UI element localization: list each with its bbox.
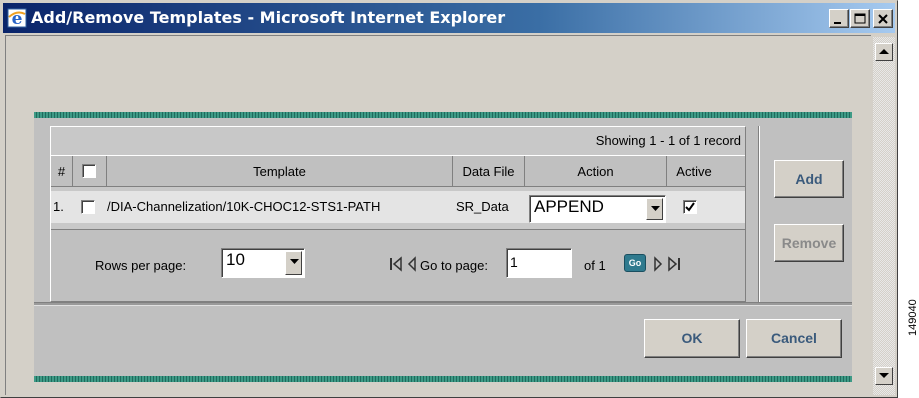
rows-per-page-select[interactable]: 10	[221, 248, 305, 278]
table-header-row: # Template Data File Action Active	[51, 155, 745, 187]
table-row: 1. /DIA-Channelization/10K-CHOC12-STS1-P…	[51, 191, 745, 223]
row-data-file: SR_Data	[456, 199, 509, 214]
go-to-page-label: Go to page:	[420, 258, 488, 273]
vertical-scrollbar[interactable]	[873, 37, 895, 395]
header-data-file[interactable]: Data File	[453, 156, 525, 187]
header-action[interactable]: Action	[525, 156, 667, 187]
minimize-icon	[834, 22, 841, 24]
cancel-button[interactable]: Cancel	[746, 319, 842, 358]
vertical-divider	[758, 126, 760, 302]
rows-per-page-label: Rows per page:	[95, 258, 187, 273]
row-index: 1.	[53, 199, 64, 214]
internet-explorer-icon: e	[7, 8, 27, 28]
templates-dialog: Showing 1 - 1 of 1 record # Template Dat…	[34, 118, 852, 376]
select-all-checkbox[interactable]	[82, 164, 96, 178]
action-select-value: APPEND	[534, 197, 604, 216]
dialog-footer: OK Cancel	[34, 306, 852, 376]
chevron-down-icon	[651, 206, 660, 211]
action-dropdown-button[interactable]	[646, 198, 663, 220]
browser-content: Showing 1 - 1 of 1 record # Template Dat…	[5, 35, 871, 395]
rows-per-page-dropdown-button[interactable]	[285, 251, 302, 275]
title-bar[interactable]: e Add/Remove Templates - Microsoft Inter…	[3, 3, 895, 33]
total-pages-label: of 1	[584, 258, 606, 273]
action-select[interactable]: APPEND	[529, 195, 666, 223]
maximize-icon	[854, 13, 866, 24]
page-number-input[interactable]: 1	[506, 248, 572, 278]
figure-id: 149040	[907, 299, 919, 336]
rows-per-page-value: 10	[226, 250, 245, 269]
minimize-button[interactable]	[829, 9, 849, 28]
row-template: /DIA-Channelization/10K-CHOC12-STS1-PATH	[107, 199, 381, 214]
scroll-down-button[interactable]	[875, 367, 893, 385]
scroll-up-button[interactable]	[875, 43, 893, 61]
ie-window: e Add/Remove Templates - Microsoft Inter…	[0, 0, 898, 398]
close-icon	[878, 14, 888, 24]
chevron-up-icon	[879, 49, 889, 54]
header-active[interactable]: Active	[667, 156, 721, 187]
remove-button[interactable]: Remove	[774, 224, 844, 262]
maximize-button[interactable]	[850, 9, 870, 28]
checkmark-icon	[685, 202, 695, 212]
record-count: Showing 1 - 1 of 1 record	[595, 133, 741, 148]
pager-bar: Rows per page: 10 Go to page: 1 of 1 Go	[51, 229, 745, 301]
ok-button[interactable]: OK	[644, 319, 740, 358]
chevron-down-icon	[290, 259, 299, 264]
header-select-all-cell	[73, 156, 107, 187]
last-page-icon[interactable]	[667, 256, 681, 272]
first-page-icon[interactable]	[389, 256, 403, 272]
window-title: Add/Remove Templates - Microsoft Interne…	[31, 8, 506, 27]
close-button[interactable]	[873, 9, 893, 28]
templates-table: Showing 1 - 1 of 1 record # Template Dat…	[50, 126, 746, 302]
active-checkbox[interactable]	[683, 200, 697, 214]
header-template[interactable]: Template	[107, 156, 453, 187]
previous-page-icon[interactable]	[407, 256, 417, 272]
next-page-icon[interactable]	[653, 256, 663, 272]
header-number: #	[51, 156, 73, 187]
go-button[interactable]: Go	[624, 254, 646, 272]
chevron-down-icon	[879, 373, 889, 378]
add-button[interactable]: Add	[774, 160, 844, 198]
row-select-checkbox[interactable]	[81, 200, 95, 214]
footer-band	[34, 376, 852, 382]
